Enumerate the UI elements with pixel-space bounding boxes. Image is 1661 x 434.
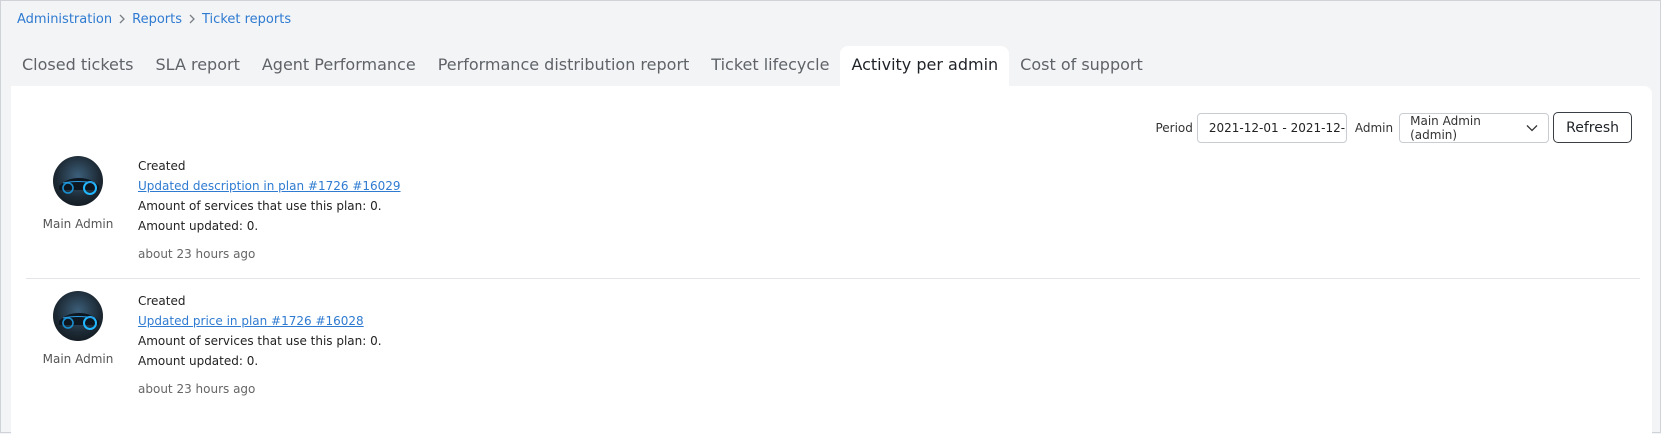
breadcrumb-ticket-reports[interactable]: Ticket reports [202,12,291,27]
activity-detail: Amount updated: 0. [138,354,259,368]
period-input[interactable]: 2021-12-01 - 2021-12-31 [1196,112,1347,143]
avatar [53,291,103,341]
activity-detail: Amount updated: 0. [138,219,259,233]
activity-link[interactable]: Updated price in plan #1726 #16028 [138,314,364,328]
admin-name: Main Admin [42,352,114,366]
activity-type: Created [138,159,186,173]
admin-label: Admin [1354,120,1394,135]
tab-ticket-lifecycle[interactable]: Ticket lifecycle [700,46,840,86]
activity-content: Created Updated description in plan #172… [138,156,401,264]
tab-sla-report[interactable]: SLA report [145,46,251,86]
tab-activity-per-admin[interactable]: Activity per admin [840,46,1010,86]
activity-timestamp: about 23 hours ago [138,382,256,396]
chevron-down-icon [1526,121,1538,135]
tab-performance-distribution-report[interactable]: Performance distribution report [427,46,701,86]
breadcrumb: Administration Reports Ticket reports [17,12,291,27]
chevron-right-icon [188,13,196,27]
avatar [53,156,103,206]
activity-detail: Amount of services that use this plan: 0… [138,334,382,348]
activity-detail: Amount of services that use this plan: 0… [138,199,382,213]
activity-link[interactable]: Updated description in plan #1726 #16029 [138,179,401,193]
filters-bar: Period 2021-12-01 - 2021-12-31 Admin Mai… [1155,112,1632,143]
tab-agent-performance[interactable]: Agent Performance [251,46,427,86]
admin-select-value: Main Admin (admin) [1410,113,1481,142]
period-label: Period [1155,120,1193,135]
admin-name: Main Admin [42,217,114,231]
activity-timestamp: about 23 hours ago [138,247,256,261]
activity-type: Created [138,294,186,308]
activity-content: Created Updated price in plan #1726 #160… [138,291,382,399]
breadcrumb-reports[interactable]: Reports [132,12,182,27]
admin-avatar-block: Main Admin [26,291,130,366]
activity-item: Main Admin Created Updated description i… [26,152,1640,278]
period-value: 2021-12-01 - 2021-12-31 [1208,120,1347,135]
report-panel: Period 2021-12-01 - 2021-12-31 Admin Mai… [11,86,1652,434]
tab-cost-of-support[interactable]: Cost of support [1009,46,1154,86]
activity-item: Main Admin Created Updated price in plan… [26,278,1640,409]
breadcrumb-administration[interactable]: Administration [17,12,112,27]
admin-select[interactable]: Main Admin (admin) [1399,112,1550,143]
activity-list: Main Admin Created Updated description i… [26,152,1640,409]
report-tabs: Closed tickets SLA report Agent Performa… [11,46,1154,86]
tab-closed-tickets[interactable]: Closed tickets [11,46,145,86]
admin-avatar-block: Main Admin [26,156,130,231]
chevron-right-icon [118,13,126,27]
refresh-button[interactable]: Refresh [1553,112,1632,143]
